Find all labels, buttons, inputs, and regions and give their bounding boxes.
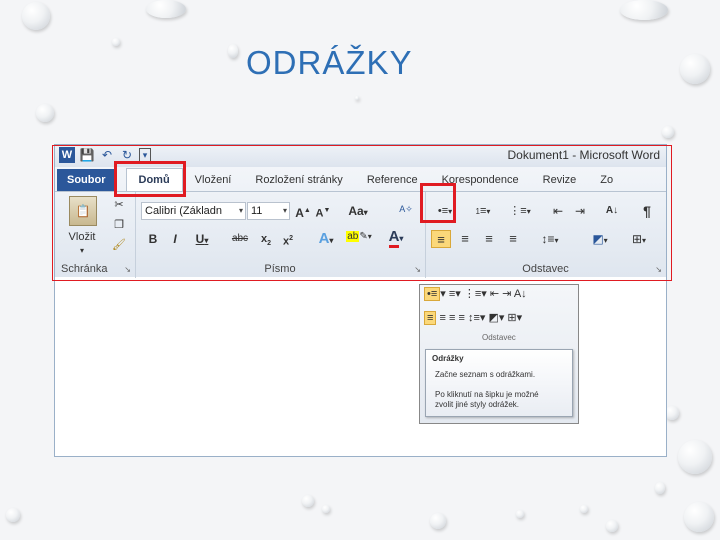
align-center-icon[interactable]: ≡ <box>439 312 445 324</box>
shading-icon[interactable]: ◩ <box>488 312 498 324</box>
justify-icon[interactable]: ≡ <box>458 312 464 324</box>
water-drop <box>6 508 20 522</box>
water-drop <box>684 502 714 532</box>
water-drop <box>678 440 712 474</box>
water-drop <box>228 44 238 58</box>
home-tab-highlight <box>114 161 186 197</box>
water-drop <box>112 38 120 46</box>
water-drop <box>662 126 674 138</box>
submenu-group-label: Odstavec <box>482 333 516 342</box>
decrease-indent-icon[interactable]: ⇤ <box>490 288 499 300</box>
tooltip-description: Začne seznam s odrážkami. <box>435 370 536 379</box>
water-drop <box>355 96 359 100</box>
water-drop <box>22 2 50 30</box>
water-drop <box>430 513 446 529</box>
water-drop <box>680 54 710 84</box>
water-drop <box>606 520 618 532</box>
paragraph-align-row: ≡ ≡ ≡ ≡ ↕≡▾ ◩▾ ⊞▾ <box>424 311 522 325</box>
align-right-icon[interactable]: ≡ <box>449 312 455 324</box>
tooltip-hint-line2: zvolit jiné styly odrážek. <box>435 400 520 409</box>
multilevel-list-icon[interactable]: ⋮≡ <box>464 288 481 300</box>
water-drop <box>146 0 186 18</box>
sort-icon[interactable]: A↓ <box>514 288 527 300</box>
water-drop <box>322 505 330 513</box>
water-drop <box>580 505 588 513</box>
water-drop <box>655 482 665 494</box>
paragraph-zoom-panel: •≡ ▾ ≡▾ ⋮≡▾ ⇤ ⇥ A↓ ≡ ≡ ≡ ≡ ↕≡▾ ◩▾ ⊞▾ Odst… <box>419 284 579 424</box>
water-drop <box>665 406 679 420</box>
bullets-icon[interactable]: •≡ <box>424 287 441 301</box>
numbering-icon[interactable]: ≡ <box>449 288 455 300</box>
line-spacing-icon[interactable]: ↕≡ <box>468 312 480 324</box>
bullets-button-highlight <box>420 183 456 223</box>
water-drop <box>620 0 668 20</box>
paragraph-list-row: •≡ ▾ ≡▾ ⋮≡▾ ⇤ ⇥ A↓ <box>424 287 527 301</box>
water-drop <box>516 510 524 518</box>
bullets-tooltip: Odrážky Začne seznam s odrážkami. Po kli… <box>425 349 573 417</box>
borders-icon[interactable]: ⊞ <box>507 312 516 324</box>
water-drop <box>302 495 314 507</box>
slide-title: ODRÁŽKY <box>246 44 413 81</box>
water-drop <box>36 104 54 122</box>
align-left-icon[interactable]: ≡ <box>424 311 437 325</box>
increase-indent-icon[interactable]: ⇥ <box>502 288 511 300</box>
tooltip-hint-line1: Po kliknutí na šipku je možné <box>435 390 539 399</box>
tooltip-title: Odrážky <box>432 354 464 363</box>
